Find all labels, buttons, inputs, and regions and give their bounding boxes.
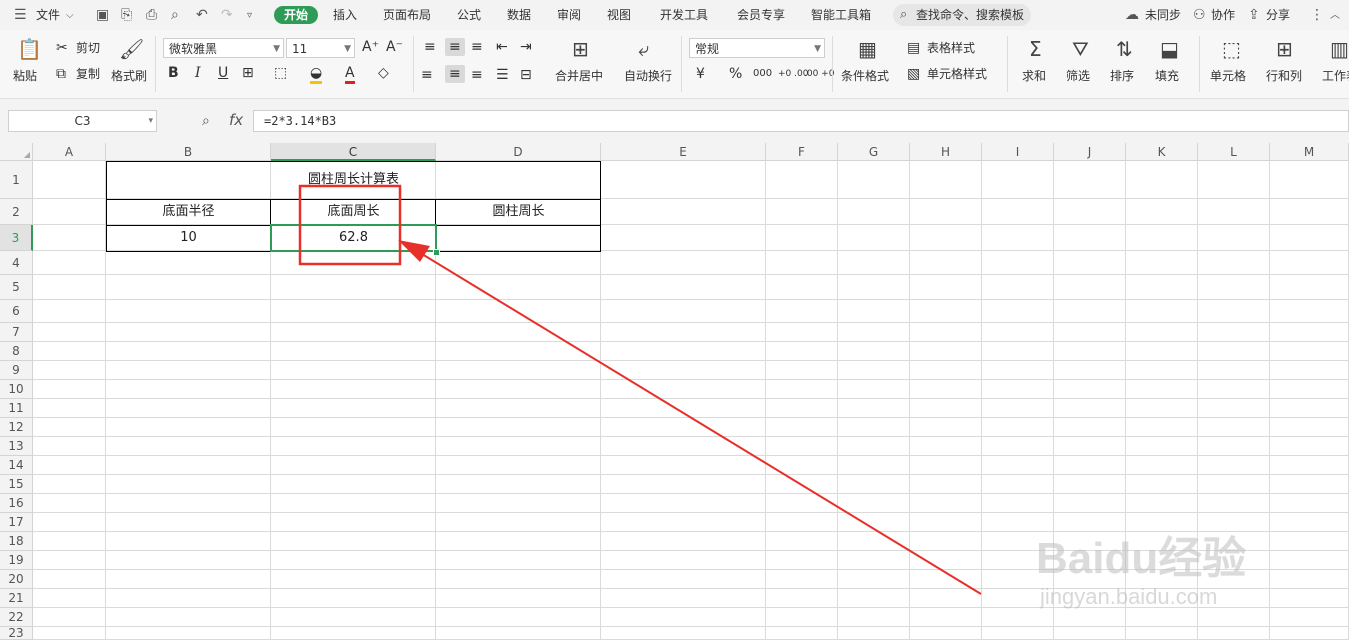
annotation-arrowhead — [398, 240, 430, 262]
annotation-highlight-box — [298, 184, 402, 266]
watermark-url: jingyan.baidu.com — [1040, 584, 1218, 609]
watermark-brand: Baidu经验 — [1036, 534, 1247, 583]
annotation-arrow-line — [421, 253, 982, 595]
